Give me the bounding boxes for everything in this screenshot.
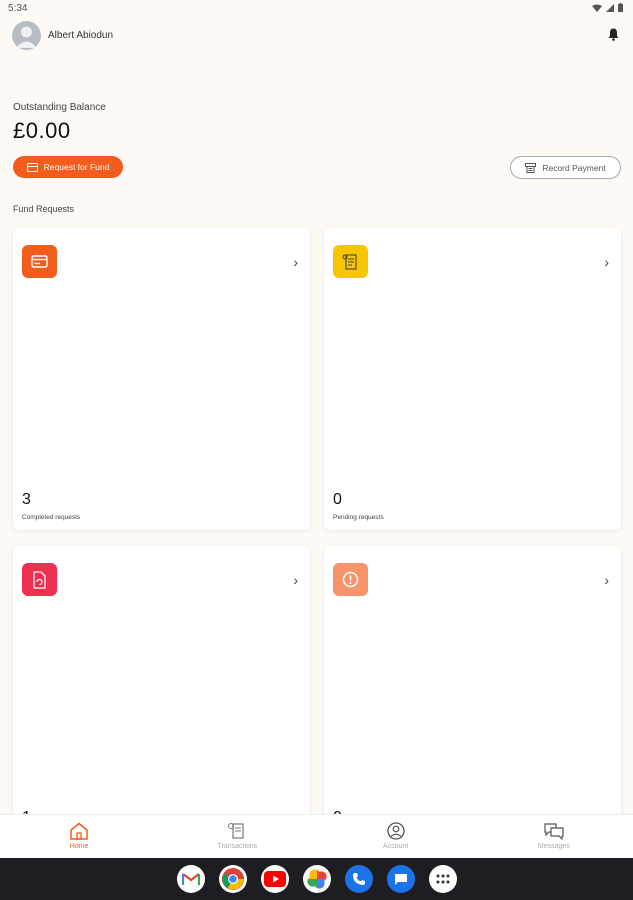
status-time: 5:34 xyxy=(8,3,28,14)
chevron-right-icon: › xyxy=(293,254,298,270)
status-bar: 5:34 xyxy=(0,0,633,18)
ticket-icon xyxy=(333,245,368,278)
avatar[interactable] xyxy=(12,21,41,50)
battery-icon xyxy=(618,3,623,12)
gmail-icon[interactable] xyxy=(176,865,205,893)
app-drawer-icon[interactable] xyxy=(428,865,457,893)
nav-messages[interactable]: Messages xyxy=(475,815,633,858)
card-caption: Pending requests xyxy=(333,514,384,521)
signal-icon xyxy=(606,3,614,12)
chevron-right-icon: › xyxy=(604,572,609,588)
system-dock xyxy=(0,858,633,900)
phone-icon[interactable] xyxy=(344,865,373,893)
header: Albert Abiodun xyxy=(12,21,621,51)
account-icon xyxy=(386,822,405,840)
request-fund-label: Request for Fund xyxy=(43,162,110,172)
user-name: Albert Abiodun xyxy=(48,30,114,41)
completed-requests-card[interactable]: › 3 Completed requests xyxy=(13,228,310,530)
card-count: 3 xyxy=(22,491,31,508)
bottom-nav: Home Transactions Account Messages xyxy=(0,814,633,858)
home-icon xyxy=(70,822,88,840)
nav-transactions-label: Transactions xyxy=(217,843,258,850)
pending-requests-card[interactable]: › 0 Pending requests xyxy=(324,228,621,530)
request-card-4[interactable]: › 0 xyxy=(324,546,621,836)
nav-home[interactable]: Home xyxy=(0,815,158,858)
status-icons xyxy=(592,3,623,12)
notification-bell-icon[interactable] xyxy=(608,28,619,46)
receipt-icon xyxy=(525,162,537,173)
card-count: 0 xyxy=(333,491,342,508)
balance-label: Outstanding Balance xyxy=(13,102,106,113)
transactions-icon xyxy=(228,823,244,839)
request-card-3[interactable]: › 1 xyxy=(13,546,310,836)
record-payment-label: Record Payment xyxy=(542,162,606,173)
alert-icon xyxy=(333,563,368,596)
document-refresh-icon xyxy=(22,563,57,596)
wallet-icon xyxy=(26,162,38,172)
nav-account-label: Account xyxy=(382,843,409,850)
request-fund-button[interactable]: Request for Fund xyxy=(13,156,123,178)
card-icon xyxy=(22,245,57,278)
chevron-right-icon: › xyxy=(604,254,609,270)
messages-icon xyxy=(544,823,564,840)
record-payment-button[interactable]: Record Payment xyxy=(510,156,621,179)
photos-icon[interactable] xyxy=(302,865,331,893)
nav-transactions[interactable]: Transactions xyxy=(158,815,316,858)
chevron-right-icon: › xyxy=(293,572,298,588)
nav-account[interactable]: Account xyxy=(317,815,475,858)
messages-app-icon[interactable] xyxy=(386,865,415,893)
chrome-icon[interactable] xyxy=(218,865,247,893)
nav-home-label: Home xyxy=(69,843,89,850)
balance-value: £0.00 xyxy=(13,118,71,143)
nav-messages-label: Messages xyxy=(537,843,570,850)
wifi-icon xyxy=(592,4,602,12)
fund-requests-title: Fund Requests xyxy=(13,204,75,214)
card-caption: Completed requests xyxy=(22,514,81,521)
youtube-icon[interactable] xyxy=(260,865,289,893)
